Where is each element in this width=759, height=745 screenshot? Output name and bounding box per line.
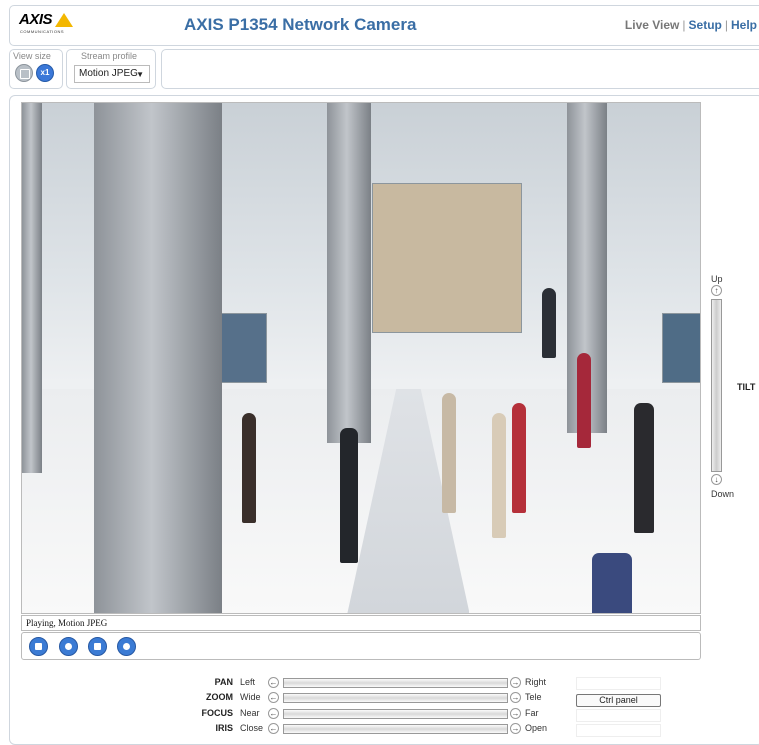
toolbar-extra-group <box>161 49 759 89</box>
video-stream[interactable] <box>21 102 701 614</box>
logo-wordmark: AXIS <box>19 11 53 28</box>
tilt-slider[interactable] <box>711 299 722 472</box>
logo-triangle-icon <box>55 13 73 27</box>
fullscreen-button[interactable] <box>88 637 107 656</box>
tilt-down-arrow-icon[interactable]: ↓ <box>711 474 722 485</box>
ptz-right-arrow-icon[interactable]: → <box>510 708 521 719</box>
ptz-side-box <box>576 709 661 722</box>
video-person <box>492 413 506 538</box>
ptz-left-arrow-icon[interactable]: ← <box>268 723 279 734</box>
view-size-group: View size x1 <box>9 49 63 89</box>
ptz-name: IRIS <box>215 723 233 733</box>
video-person <box>542 288 556 358</box>
ptz-left-arrow-icon[interactable]: ← <box>268 708 279 719</box>
view-size-x1-button[interactable]: x1 <box>36 64 54 82</box>
stop-button[interactable] <box>29 637 48 656</box>
iris-slider[interactable] <box>283 724 508 734</box>
ptz-right-arrow-icon[interactable]: → <box>510 692 521 703</box>
video-pillar <box>94 103 222 613</box>
video-person <box>592 553 632 613</box>
ptz-right-arrow-icon[interactable]: → <box>510 677 521 688</box>
video-person <box>634 403 654 533</box>
tilt-up-arrow-icon[interactable]: ↑ <box>711 285 722 296</box>
ptz-name: PAN <box>214 677 233 687</box>
video-gate-area <box>372 183 522 333</box>
ptz-left-arrow-icon[interactable]: ← <box>268 692 279 703</box>
ptz-max-label: Open <box>525 723 548 733</box>
ptz-right-arrow-icon[interactable]: → <box>510 723 521 734</box>
video-person <box>577 353 591 448</box>
nav-help[interactable]: Help <box>731 18 757 32</box>
ptz-left-arrow-icon[interactable]: ← <box>268 677 279 688</box>
video-pillar <box>22 103 42 473</box>
view-size-fit-button[interactable] <box>15 64 33 82</box>
top-nav: Live View | Setup | Help <box>625 18 757 32</box>
tilt-down-label: Down <box>711 489 735 499</box>
axis-logo[interactable]: AXIS COMMUNICATIONS <box>19 11 81 41</box>
ptz-name: ZOOM <box>206 692 233 702</box>
stream-profile-group: Stream profile Motion JPEG ▼ <box>66 49 156 89</box>
ptz-name: FOCUS <box>201 708 234 718</box>
page-title: AXIS P1354 Network Camera <box>184 15 417 34</box>
video-person <box>512 403 526 513</box>
nav-setup[interactable]: Setup <box>689 18 722 32</box>
tilt-title: TILT <box>737 382 756 392</box>
view-size-label: View size <box>13 51 51 61</box>
video-pillar <box>327 103 371 443</box>
pan-slider[interactable] <box>283 678 508 688</box>
ptz-min-label: Close <box>240 723 264 733</box>
ptz-max-label: Right <box>525 677 547 687</box>
ptz-max-label: Far <box>525 708 539 718</box>
ptz-min-label: Left <box>240 677 256 687</box>
ptz-max-label: Tele <box>525 692 542 702</box>
nav-separator: | <box>724 18 728 32</box>
stream-profile-value: Motion JPEG <box>79 68 138 79</box>
video-person <box>442 393 456 513</box>
video-status-bar: Playing, Motion JPEG <box>21 615 701 631</box>
video-person <box>242 413 256 523</box>
snapshot-button[interactable] <box>59 637 78 656</box>
stream-profile-select[interactable]: Motion JPEG ▼ <box>74 65 150 83</box>
video-display-screen <box>662 313 700 383</box>
focus-slider[interactable] <box>283 709 508 719</box>
chevron-down-icon: ▼ <box>136 70 144 79</box>
ptz-min-label: Near <box>240 708 260 718</box>
video-person <box>340 428 358 563</box>
zoom-slider[interactable] <box>283 693 508 703</box>
ptz-emulate-button[interactable] <box>117 637 136 656</box>
ctrl-panel-button[interactable]: Ctrl panel <box>576 694 661 707</box>
header-bar: AXIS COMMUNICATIONS AXIS P1354 Network C… <box>9 5 759 46</box>
ptz-side-box <box>576 724 661 737</box>
tilt-up-label: Up <box>711 274 723 284</box>
nav-separator: | <box>682 18 686 32</box>
video-control-bar <box>21 632 701 660</box>
nav-live-view[interactable]: Live View <box>625 18 679 32</box>
ptz-side-box <box>576 677 661 690</box>
stream-profile-label: Stream profile <box>81 51 138 61</box>
ptz-min-label: Wide <box>240 692 261 702</box>
logo-subtext: COMMUNICATIONS <box>20 29 65 34</box>
